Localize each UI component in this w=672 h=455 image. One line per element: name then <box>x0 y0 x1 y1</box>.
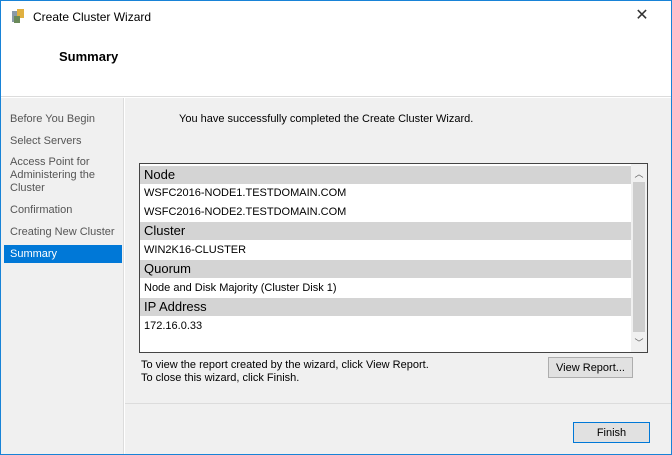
section-header-ip-address: IP Address <box>140 298 631 316</box>
finish-button[interactable]: Finish <box>573 422 650 443</box>
list-item: WIN2K16-CLUSTER <box>144 244 247 256</box>
list-item: 172.16.0.33 <box>144 320 203 332</box>
wizard-steps: Before You Begin Select Servers Access P… <box>1 98 124 454</box>
cluster-app-icon <box>12 9 24 23</box>
page-title: Summary <box>59 49 119 64</box>
view-report-button[interactable]: View Report... <box>548 357 633 378</box>
step-confirmation[interactable]: Confirmation <box>4 204 122 217</box>
scroll-down-icon[interactable]: ﹀ <box>631 336 647 349</box>
vertical-scrollbar[interactable]: ︿ ﹀ <box>631 164 647 352</box>
section-header-node: Node <box>140 166 631 184</box>
step-creating-new-cluster[interactable]: Creating New Cluster <box>4 226 122 239</box>
view-report-hint: To view the report created by the wizard… <box>141 359 429 371</box>
finish-hint: To close this wizard, click Finish. <box>141 372 300 384</box>
step-access-point[interactable]: Access Point for Administering the Clust… <box>4 156 104 195</box>
window-title: Create Cluster Wizard <box>33 10 152 24</box>
scroll-up-icon[interactable]: ︿ <box>631 167 647 180</box>
wizard-footer: Finish <box>125 403 671 454</box>
list-item: WSFC2016-NODE1.TESTDOMAIN.COM <box>144 187 347 199</box>
summary-list[interactable]: Node WSFC2016-NODE1.TESTDOMAIN.COM WSFC2… <box>139 163 648 353</box>
wizard-header: Summary <box>1 33 671 97</box>
step-summary[interactable]: Summary <box>4 245 122 263</box>
close-icon[interactable]: ✕ <box>627 5 657 25</box>
section-header-cluster: Cluster <box>140 222 631 240</box>
title-bar: Create Cluster Wizard ✕ <box>1 1 671 33</box>
list-item: Node and Disk Majority (Cluster Disk 1) <box>144 282 337 294</box>
section-header-quorum: Quorum <box>140 260 631 278</box>
main-panel: You have successfully completed the Crea… <box>125 98 671 403</box>
wizard-window: Create Cluster Wizard ✕ Summary Before Y… <box>0 0 672 455</box>
scroll-thumb[interactable] <box>633 182 645 332</box>
success-message: You have successfully completed the Crea… <box>179 113 474 125</box>
step-select-servers[interactable]: Select Servers <box>4 135 122 148</box>
list-item: WSFC2016-NODE2.TESTDOMAIN.COM <box>144 206 347 218</box>
step-before-you-begin[interactable]: Before You Begin <box>4 113 122 126</box>
